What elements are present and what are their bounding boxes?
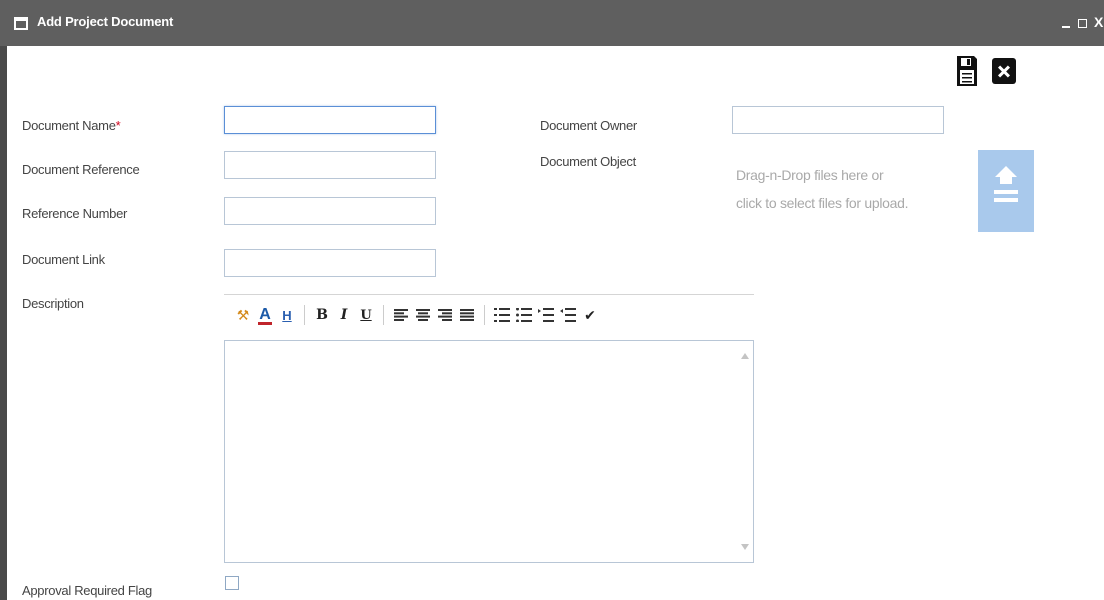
- italic-icon[interactable]: I: [333, 304, 355, 326]
- window-left-border: [0, 46, 7, 600]
- document-link-label: Document Link: [22, 252, 105, 267]
- document-owner-label: Document Owner: [540, 118, 637, 133]
- bold-icon[interactable]: B: [311, 304, 333, 326]
- font-color-icon[interactable]: A: [254, 304, 276, 326]
- document-reference-label: Document Reference: [22, 162, 140, 177]
- document-object-label: Document Object: [540, 154, 636, 169]
- required-marker: *: [115, 118, 121, 133]
- description-label: Description: [22, 296, 84, 311]
- editor-toolbar: ⚒ A H B I U ✔: [232, 302, 601, 328]
- save-icon[interactable]: [955, 54, 979, 88]
- maximize-icon[interactable]: [1078, 19, 1087, 28]
- toolbar-separator: [484, 305, 485, 325]
- toolbar-separator: [383, 305, 384, 325]
- approval-required-checkbox[interactable]: [225, 576, 239, 590]
- upload-icon[interactable]: [978, 150, 1034, 232]
- dropzone-text-line1[interactable]: Drag-n-Drop files here or: [736, 161, 936, 189]
- minimize-icon[interactable]: [1062, 26, 1070, 28]
- window-titlebar: Add Project Document X: [0, 0, 1104, 46]
- scroll-down-icon[interactable]: [741, 544, 749, 550]
- scroll-up-icon[interactable]: [741, 353, 749, 359]
- document-name-label: Document Name*: [22, 118, 121, 133]
- dropzone-text-line2[interactable]: click to select files for upload.: [736, 189, 936, 217]
- document-owner-input[interactable]: [732, 106, 944, 134]
- clear-formatting-icon[interactable]: ✔: [579, 304, 601, 326]
- unordered-list-icon[interactable]: [513, 304, 535, 326]
- toolbar-separator: [304, 305, 305, 325]
- document-link-input[interactable]: [224, 249, 436, 277]
- highlight-color-icon[interactable]: H: [276, 304, 298, 326]
- approval-required-label: Approval Required Flag: [22, 583, 152, 598]
- document-name-label-text: Document Name: [22, 118, 116, 133]
- close-icon[interactable]: X: [1094, 14, 1103, 30]
- description-editor[interactable]: [224, 340, 754, 563]
- reference-number-input[interactable]: [224, 197, 436, 225]
- align-center-icon[interactable]: [412, 304, 434, 326]
- format-painter-icon[interactable]: ⚒: [232, 304, 254, 326]
- align-left-icon[interactable]: [390, 304, 412, 326]
- document-name-input[interactable]: [224, 106, 436, 134]
- document-reference-input[interactable]: [224, 151, 436, 179]
- align-justify-icon[interactable]: [456, 304, 478, 326]
- ordered-list-icon[interactable]: [491, 304, 513, 326]
- reference-number-label: Reference Number: [22, 206, 128, 221]
- indent-icon[interactable]: [535, 304, 557, 326]
- underline-icon[interactable]: U: [355, 304, 377, 326]
- editor-toolbar-divider: [224, 294, 754, 295]
- cancel-icon[interactable]: [992, 58, 1016, 84]
- align-right-icon[interactable]: [434, 304, 456, 326]
- window-title: Add Project Document: [37, 14, 174, 29]
- window-icon: [14, 17, 28, 30]
- outdent-icon[interactable]: [557, 304, 579, 326]
